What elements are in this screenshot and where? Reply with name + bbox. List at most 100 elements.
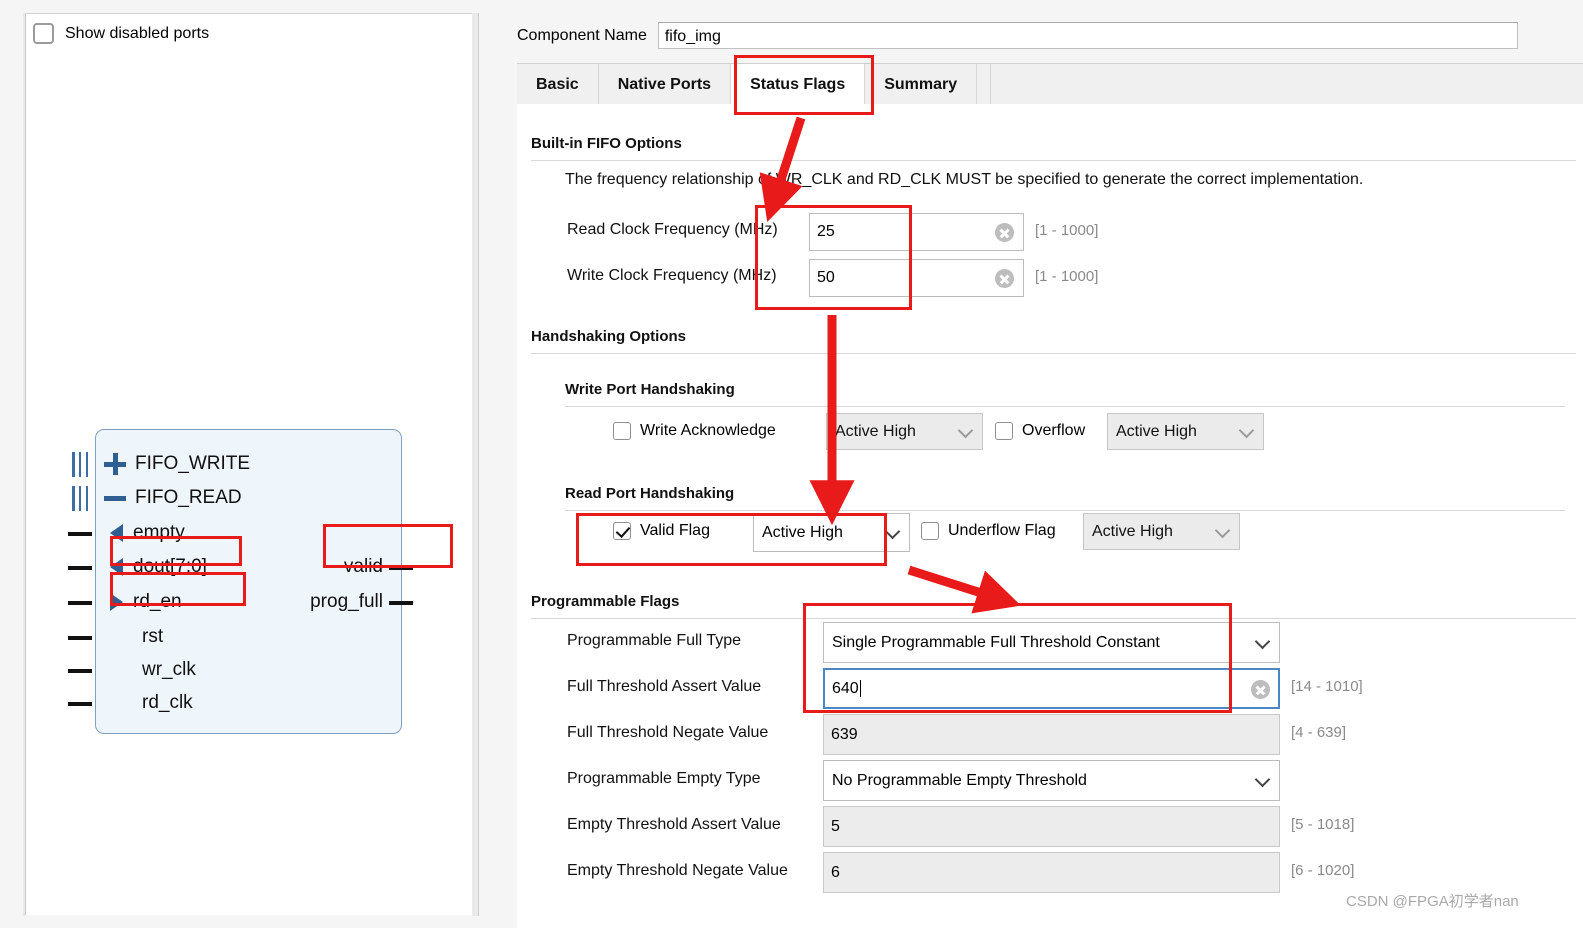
- port-label: valid: [343, 556, 383, 577]
- read-clock-frequency-input[interactable]: 25: [809, 213, 1024, 251]
- write-clock-frequency-range: [1 - 1000]: [1035, 268, 1099, 285]
- overflow-polarity-select[interactable]: Active High: [1107, 413, 1264, 450]
- port-label: prog_full: [310, 591, 383, 612]
- empty-threshold-negate-range: [6 - 1020]: [1291, 862, 1355, 879]
- chevron-down-icon: [887, 526, 898, 537]
- port-wire-icon: [68, 669, 92, 673]
- overflow-checkbox[interactable]: [995, 422, 1013, 440]
- tab-strip-filler: [977, 64, 992, 105]
- empty-threshold-assert-range: [5 - 1018]: [1291, 816, 1355, 833]
- write-acknowledge-row[interactable]: Write Acknowledge: [613, 422, 776, 440]
- tab-strip: Basic Native Ports Status Flags Summary: [517, 63, 1583, 106]
- plus-icon[interactable]: [104, 453, 126, 475]
- valid-flag-polarity-select[interactable]: Active High: [753, 513, 910, 552]
- port-wire-icon: [68, 702, 92, 706]
- symbol-port-rd-clk: rd_clk: [68, 692, 193, 714]
- tab-label: Basic: [536, 75, 579, 93]
- triangle-left-icon: [110, 524, 123, 542]
- bus-connector-icon: [72, 486, 88, 511]
- read-clock-frequency-range: [1 - 1000]: [1035, 222, 1099, 239]
- write-clock-frequency-label: Write Clock Frequency (MHz): [567, 267, 777, 284]
- full-threshold-assert-range: [14 - 1010]: [1291, 678, 1363, 695]
- component-name-input[interactable]: fifo_img: [657, 22, 1518, 49]
- select-value: Active High: [1116, 422, 1197, 440]
- port-wire-icon: [389, 566, 413, 570]
- port-label: FIFO_READ: [135, 487, 242, 508]
- symbol-port-rst: rst: [68, 626, 164, 648]
- empty-threshold-assert-label: Empty Threshold Assert Value: [567, 816, 781, 833]
- underflow-flag-label: Underflow Flag: [948, 522, 1056, 539]
- write-clock-frequency-input[interactable]: 50: [809, 259, 1024, 297]
- programmable-empty-type-label: Programmable Empty Type: [567, 770, 761, 787]
- symbol-port-fifo-write[interactable]: FIFO_WRITE: [72, 452, 250, 477]
- port-label: empty: [133, 522, 185, 543]
- full-threshold-negate-input[interactable]: 639: [823, 714, 1280, 755]
- triangle-left-icon: [110, 558, 123, 576]
- underflow-flag-checkbox[interactable]: [921, 522, 939, 540]
- component-name-row: Component Name fifo_img: [517, 22, 1518, 49]
- full-threshold-assert-input[interactable]: 640: [823, 668, 1280, 709]
- tab-status-flags[interactable]: Status Flags: [731, 64, 866, 105]
- write-acknowledge-label: Write Acknowledge: [640, 422, 776, 439]
- port-wire-icon: [68, 532, 92, 536]
- port-preview-panel: Show disabled ports FIFO_WRITE FIFO_READ…: [23, 13, 479, 916]
- subsection-divider: [565, 406, 1565, 407]
- empty-threshold-negate-input[interactable]: 6: [823, 852, 1280, 893]
- symbol-port-fifo-read[interactable]: FIFO_READ: [72, 486, 242, 511]
- select-value: Single Programmable Full Threshold Const…: [832, 633, 1160, 651]
- chevron-down-icon: [1217, 525, 1228, 536]
- tab-summary[interactable]: Summary: [865, 64, 978, 105]
- underflow-flag-row[interactable]: Underflow Flag: [921, 522, 1056, 540]
- port-wire-icon: [68, 566, 92, 570]
- write-acknowledge-checkbox[interactable]: [613, 422, 631, 440]
- select-value: No Programmable Empty Threshold: [832, 771, 1087, 789]
- subsection-title-read-port: Read Port Handshaking: [565, 485, 735, 502]
- triangle-right-icon: [110, 593, 123, 611]
- underflow-flag-polarity-select[interactable]: Active High: [1083, 513, 1240, 550]
- status-flags-content: Built-in FIFO Options The frequency rela…: [517, 104, 1583, 928]
- show-disabled-ports-checkbox[interactable]: [33, 23, 54, 44]
- tab-native-ports[interactable]: Native Ports: [599, 64, 732, 105]
- select-value: Active High: [762, 523, 843, 541]
- show-disabled-ports-label: Show disabled ports: [65, 24, 210, 42]
- programmable-empty-type-select[interactable]: No Programmable Empty Threshold: [823, 760, 1280, 801]
- tab-label: Native Ports: [617, 75, 712, 93]
- valid-flag-checkbox[interactable]: [613, 522, 631, 540]
- clear-icon[interactable]: [995, 223, 1014, 242]
- write-acknowledge-polarity-select[interactable]: Active High: [826, 413, 983, 450]
- minus-icon[interactable]: [104, 487, 126, 509]
- valid-flag-row[interactable]: Valid Flag: [613, 522, 710, 540]
- port-label: rst: [142, 626, 164, 647]
- field-value: 25: [817, 223, 835, 240]
- field-value: 640: [832, 679, 859, 697]
- configuration-panel: Component Name fifo_img Basic Native Por…: [490, 0, 1583, 928]
- symbol-port-wr-clk: wr_clk: [68, 659, 196, 681]
- port-label: rd_clk: [142, 692, 193, 713]
- watermark: CSDN @FPGA初学者nan: [1346, 893, 1519, 910]
- clear-icon[interactable]: [1251, 680, 1270, 699]
- valid-flag-label: Valid Flag: [640, 522, 710, 539]
- clear-icon[interactable]: [995, 269, 1014, 288]
- chevron-down-icon: [1257, 774, 1268, 785]
- overflow-row[interactable]: Overflow: [995, 422, 1085, 440]
- builtin-fifo-description: The frequency relationship of WR_CLK and…: [565, 171, 1364, 188]
- port-wire-icon: [389, 601, 413, 605]
- symbol-port-valid: valid: [343, 556, 413, 578]
- programmable-full-type-label: Programmable Full Type: [567, 632, 741, 649]
- programmable-full-type-select[interactable]: Single Programmable Full Threshold Const…: [823, 622, 1280, 663]
- chevron-down-icon: [960, 425, 971, 436]
- symbol-port-empty: empty: [68, 522, 185, 544]
- port-label: wr_clk: [142, 659, 196, 680]
- symbol-port-rd-en: rd_en: [68, 591, 182, 613]
- symbol-port-dout: dout[7:0]: [68, 556, 207, 578]
- fifo-symbol-block: FIFO_WRITE FIFO_READ empty dout[7:0] rd_…: [68, 429, 413, 734]
- port-label: dout[7:0]: [133, 556, 207, 577]
- select-value: Active High: [835, 422, 916, 440]
- symbol-port-prog-full: prog_full: [310, 591, 413, 613]
- show-disabled-ports-row[interactable]: Show disabled ports: [33, 23, 209, 44]
- tab-basic[interactable]: Basic: [517, 64, 599, 105]
- full-threshold-negate-label: Full Threshold Negate Value: [567, 724, 769, 741]
- empty-threshold-assert-input[interactable]: 5: [823, 806, 1280, 847]
- section-divider: [531, 160, 1576, 161]
- field-value: 639: [831, 725, 858, 743]
